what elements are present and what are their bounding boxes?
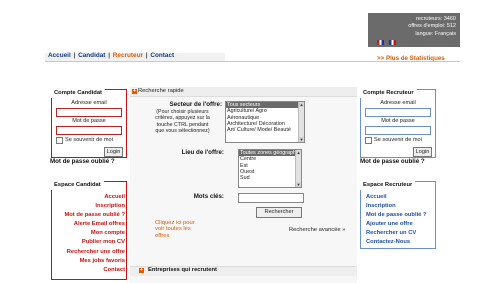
- recruteur-menu-accueil[interactable]: Accueil: [366, 194, 387, 200]
- stat-offres: offres d'emploi: 512: [408, 23, 456, 30]
- recruteur-menu-rechercher-cv[interactable]: Rechercher un CV: [366, 230, 416, 236]
- rechercher-button[interactable]: Rechercher: [256, 207, 302, 218]
- all-offers-link[interactable]: Cliquez ici pour voir toutes les offres: [155, 220, 205, 239]
- scroll-down-icon[interactable]: ▼: [299, 137, 304, 142]
- recruteur-password-label: Mot de passe: [381, 118, 415, 124]
- candidat-menu-rechercher[interactable]: Rechercher une offre: [51, 249, 125, 255]
- recruteur-menu-forgot[interactable]: Mot de passe oublié ?: [366, 212, 427, 218]
- recruteur-login-title: Compte Recruteur: [360, 89, 417, 98]
- recruteur-login-button[interactable]: Login: [413, 147, 432, 157]
- nav-contact[interactable]: Contact: [150, 52, 174, 59]
- secteur-hint: (Pour choisir plusieurs critères, appuye…: [155, 109, 210, 134]
- mots-cles-label: Mots clés:: [193, 193, 224, 200]
- stat-langue: langue: Français: [415, 30, 456, 37]
- mots-cles-input[interactable]: [238, 193, 304, 203]
- candidat-password-label: Mot de passe: [72, 118, 106, 124]
- candidat-menu-publier[interactable]: Publier mon CV: [51, 239, 125, 245]
- candidat-menu-compte[interactable]: Mon compte: [51, 230, 125, 236]
- search-panel-title: Recherche rapide: [138, 88, 184, 94]
- candidat-login-button[interactable]: Login: [104, 147, 123, 157]
- candidat-menu-accueil[interactable]: Accueil: [51, 194, 125, 200]
- candidat-password-input[interactable]: [56, 126, 122, 135]
- recruteur-login-box: Compte Recruteur Adresse email Mot de pa…: [360, 89, 436, 158]
- secteur-option[interactable]: Art/ Culture/ Mode/ Beauté: [226, 127, 304, 133]
- secteur-select[interactable]: Tous secteurs Agriculture/ Agro Aéronaut…: [225, 101, 305, 143]
- espace-candidat-title: Espace Candidat: [51, 181, 104, 190]
- recruteur-remember-label: Se souvenir de moi: [374, 137, 422, 143]
- scroll-down-icon[interactable]: ▼: [296, 182, 301, 187]
- candidat-menu-contact[interactable]: Contact: [51, 267, 125, 273]
- recruteur-menu-contact[interactable]: Contactez-Nous: [366, 239, 410, 245]
- recruteur-remember-checkbox[interactable]: [365, 137, 372, 144]
- candidat-menu-alerte[interactable]: Alerte Email offres: [51, 221, 125, 227]
- candidat-email-input[interactable]: [56, 108, 122, 117]
- candidat-menu-inscription[interactable]: Inscription: [51, 203, 125, 209]
- plus-icon: +: [132, 88, 137, 94]
- recruteur-email-label: Adresse email: [380, 100, 416, 106]
- language-flags: [377, 40, 417, 48]
- candidat-login-box: Compte Candidat Adresse email Mot de pas…: [51, 89, 127, 158]
- nav-separator: |: [108, 52, 111, 59]
- recruteur-password-input[interactable]: [365, 126, 431, 135]
- lieu-option[interactable]: Sud: [239, 175, 301, 181]
- nav-separator: |: [73, 52, 76, 59]
- candidat-login-title: Compte Candidat: [51, 89, 105, 98]
- main-nav: Accueil | Candidat | Recruteur | Contact: [48, 52, 226, 61]
- recruteur-menu-ajouter[interactable]: Ajouter une offre: [366, 221, 413, 227]
- plus-stats-link[interactable]: >> Plus de Statistiques: [377, 55, 445, 62]
- candidat-remember-checkbox[interactable]: [56, 137, 63, 144]
- recruteur-forgot-link[interactable]: Mot de passe oublié ?: [360, 158, 425, 165]
- espace-recruteur-title: Espace Recruteur: [360, 181, 416, 190]
- candidat-menu-favoris[interactable]: Mes jobs favoris: [51, 258, 125, 264]
- recruteur-menu-inscription[interactable]: Inscription: [366, 203, 396, 209]
- nav-recruteur[interactable]: Recruteur: [113, 52, 143, 59]
- plus-icon: +: [139, 267, 144, 273]
- scroll-up-icon[interactable]: ▲: [296, 150, 301, 155]
- secteur-label: Secteur de l'offre:: [169, 101, 222, 108]
- candidat-forgot-link[interactable]: Mot de passe oublié ?: [50, 158, 115, 165]
- candidat-email-label: Adresse email: [71, 100, 107, 106]
- fr-flag-icon[interactable]: [388, 40, 396, 45]
- lieu-label: Lieu de l'offre:: [181, 149, 224, 156]
- recruteur-email-input[interactable]: [365, 108, 431, 117]
- stat-recruteurs: recruteurs: 3460: [415, 16, 456, 22]
- nav-separator: |: [145, 52, 148, 59]
- nav-candidat[interactable]: Candidat: [78, 52, 105, 59]
- secteur-scrollbar[interactable]: ▲ ▼: [298, 102, 304, 142]
- uk-flag-icon[interactable]: [377, 40, 384, 45]
- lieu-scrollbar[interactable]: ▲ ▼: [295, 150, 301, 187]
- entreprises-title: Entreprises qui recrutent: [148, 267, 217, 273]
- advanced-search-link[interactable]: Recherche avancée »: [289, 227, 345, 233]
- lieu-select[interactable]: Toutes zones géographiques Centre Est Ou…: [238, 149, 302, 188]
- scroll-up-icon[interactable]: ▲: [299, 102, 304, 107]
- candidat-remember-label: Se souvenir de moi: [65, 137, 113, 143]
- candidat-menu-forgot[interactable]: Mot de passe oublié ?: [51, 212, 125, 218]
- nav-accueil[interactable]: Accueil: [48, 52, 71, 59]
